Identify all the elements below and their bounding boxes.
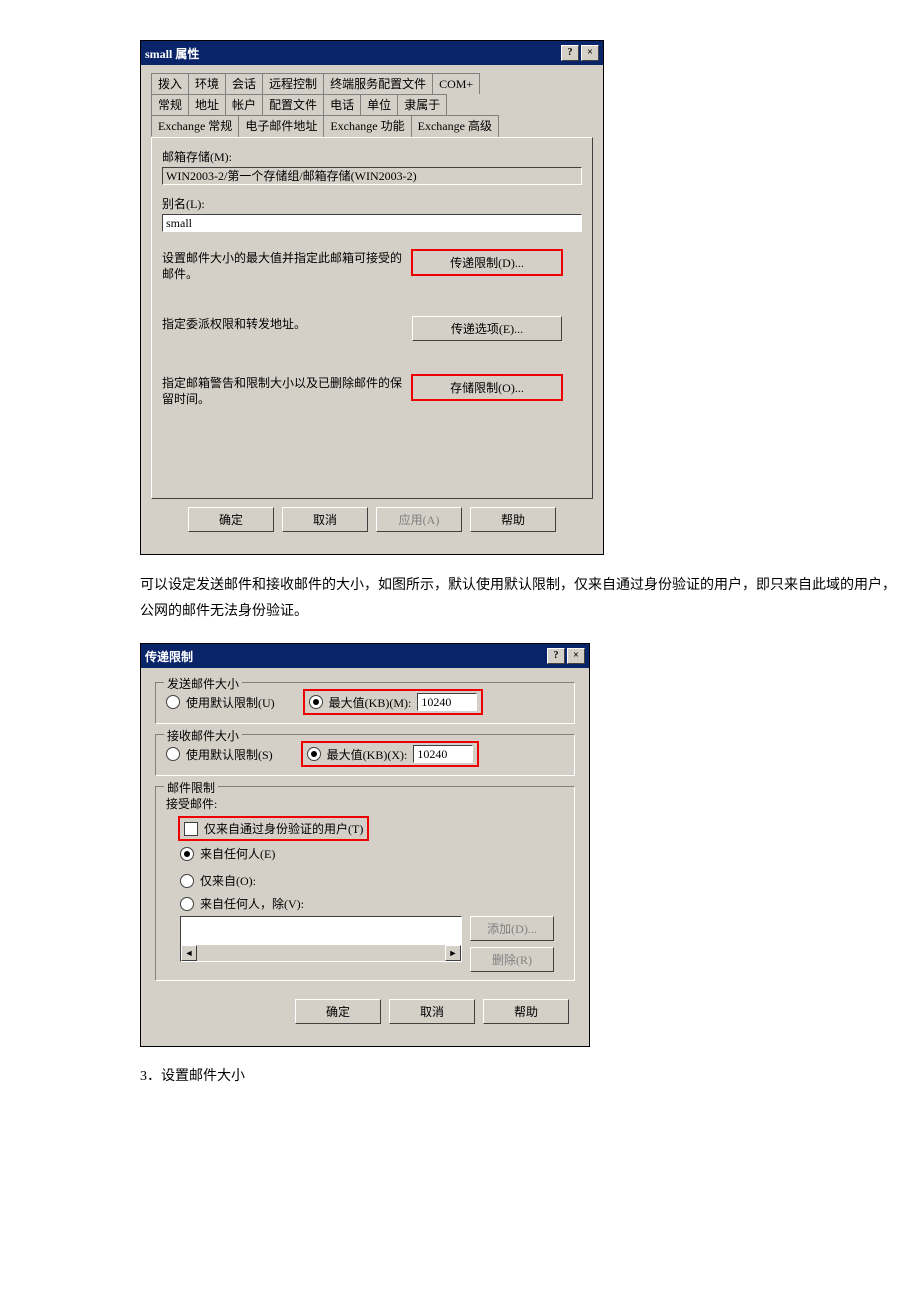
tab-ts-profile[interactable]: 终端服务配置文件	[323, 73, 433, 94]
remove-button[interactable]: 删除(R)	[470, 947, 554, 972]
ok-button[interactable]: 确定	[188, 507, 274, 532]
mailbox-store-label: 邮箱存储(M):	[162, 148, 582, 165]
properties-dialog: small 属性 ? × 拨入 环境 会话 远程控制 终端服务配置文件 COM+…	[140, 40, 604, 555]
tab-exchange-features[interactable]: Exchange 功能	[323, 115, 411, 137]
storage-limit-desc: 指定邮箱警告和限制大小以及已删除邮件的保留时间。	[162, 375, 412, 407]
alias-label: 别名(L):	[162, 195, 582, 212]
delivery-options-desc: 指定委派权限和转发地址。	[162, 316, 412, 332]
tab-env[interactable]: 环境	[188, 73, 226, 94]
add-button[interactable]: 添加(D)...	[470, 916, 554, 941]
auth-only-label: 仅来自通过身份验证的用户(T)	[204, 820, 363, 837]
tab-general[interactable]: 常规	[151, 94, 189, 115]
delivery-limit-dialog: 传递限制 ? × 发送邮件大小 使用默认限制(U) 最大值(KB)(M	[140, 643, 590, 1047]
tab-strip: 拨入 环境 会话 远程控制 终端服务配置文件 COM+ 常规 地址 帐户 配置文…	[151, 73, 593, 137]
send-max-label: 最大值(KB)(M):	[329, 694, 412, 711]
help-icon[interactable]: ?	[561, 45, 579, 61]
tab-phone[interactable]: 电话	[323, 94, 361, 115]
alias-input[interactable]	[162, 214, 582, 232]
recv-size-group: 接收邮件大小 使用默认限制(S) 最大值(KB)(X):	[155, 734, 575, 776]
everyone-except-radio[interactable]: 来自任何人，除(V):	[166, 895, 564, 912]
cancel-button[interactable]: 取消	[282, 507, 368, 532]
radio-icon	[307, 747, 321, 761]
recv-max-label: 最大值(KB)(X):	[327, 746, 408, 763]
dialog-title: 传递限制	[145, 648, 193, 665]
accept-label: 接受邮件:	[166, 795, 564, 812]
dialog-title: small 属性	[145, 45, 199, 62]
scroll-right-icon[interactable]: ►	[445, 945, 461, 961]
help-icon[interactable]: ?	[547, 648, 565, 664]
mail-restrict-group: 邮件限制 接受邮件: 仅来自通过身份验证的用户(T) 来自任何人(E)	[155, 786, 575, 981]
tab-memberof[interactable]: 隶属于	[397, 94, 447, 115]
tab-exchange-advanced[interactable]: Exchange 高级	[411, 115, 499, 137]
storage-limit-button[interactable]: 存储限制(O)...	[412, 375, 562, 400]
auth-only-checkbox[interactable]: 仅来自通过身份验证的用户(T)	[184, 820, 363, 837]
ok-button[interactable]: 确定	[295, 999, 381, 1024]
send-size-legend: 发送邮件大小	[164, 675, 242, 692]
radio-icon	[180, 897, 194, 911]
tab-account[interactable]: 帐户	[225, 94, 263, 115]
recv-size-legend: 接收邮件大小	[164, 727, 242, 744]
help-button[interactable]: 帮助	[470, 507, 556, 532]
radio-icon	[166, 695, 180, 709]
close-icon[interactable]: ×	[581, 45, 599, 61]
send-size-group: 发送邮件大小 使用默认限制(U) 最大值(KB)(M):	[155, 682, 575, 724]
close-icon[interactable]: ×	[567, 648, 585, 664]
radio-icon	[309, 695, 323, 709]
send-max-radio[interactable]: 最大值(KB)(M):	[309, 694, 412, 711]
tab-dialin[interactable]: 拨入	[151, 73, 189, 94]
radio-icon	[166, 747, 180, 761]
delivery-limit-button[interactable]: 传递限制(D)...	[412, 250, 562, 275]
titlebar[interactable]: 传递限制 ? ×	[141, 644, 589, 668]
cancel-button[interactable]: 取消	[389, 999, 475, 1024]
scrollbar-horizontal[interactable]: ◄ ►	[181, 945, 461, 961]
delivery-limit-desc: 设置邮件大小的最大值并指定此邮箱可接受的邮件。	[162, 250, 412, 282]
from-everyone-radio[interactable]: 来自任何人(E)	[166, 845, 564, 862]
recv-default-radio[interactable]: 使用默认限制(S)	[166, 746, 273, 763]
tab-complus[interactable]: COM+	[432, 73, 480, 94]
body-paragraph-1: 可以设定发送邮件和接收邮件的大小，如图所示，默认使用默认限制，仅来自通过身份验证…	[140, 573, 900, 625]
apply-button[interactable]: 应用(A)	[376, 507, 462, 532]
tab-email-addr[interactable]: 电子邮件地址	[238, 115, 324, 137]
send-default-label: 使用默认限制(U)	[186, 694, 275, 711]
everyone-except-label: 来自任何人，除(V):	[200, 895, 304, 912]
radio-icon	[180, 874, 194, 888]
tab-session[interactable]: 会话	[225, 73, 263, 94]
radio-icon	[180, 847, 194, 861]
titlebar[interactable]: small 属性 ? ×	[141, 41, 603, 65]
tab-exchange-general[interactable]: Exchange 常规	[151, 115, 239, 137]
exception-listbox[interactable]: ◄ ►	[180, 916, 462, 962]
tab-profile[interactable]: 配置文件	[262, 94, 324, 115]
mailbox-store-value: WIN2003-2/第一个存储组/邮箱存储(WIN2003-2)	[162, 167, 582, 185]
scroll-left-icon[interactable]: ◄	[181, 945, 197, 961]
only-from-label: 仅来自(O):	[200, 872, 256, 889]
recv-default-label: 使用默认限制(S)	[186, 746, 273, 763]
recv-max-input[interactable]	[413, 745, 473, 763]
tab-remote[interactable]: 远程控制	[262, 73, 324, 94]
checkbox-icon	[184, 822, 198, 836]
help-button[interactable]: 帮助	[483, 999, 569, 1024]
send-max-input[interactable]	[417, 693, 477, 711]
from-everyone-label: 来自任何人(E)	[200, 845, 275, 862]
tab-address[interactable]: 地址	[188, 94, 226, 115]
only-from-radio[interactable]: 仅来自(O):	[166, 872, 564, 889]
tab-panel: 邮箱存储(M): WIN2003-2/第一个存储组/邮箱存储(WIN2003-2…	[151, 137, 593, 499]
recv-max-radio[interactable]: 最大值(KB)(X):	[307, 746, 408, 763]
tab-org[interactable]: 单位	[360, 94, 398, 115]
section-heading-3: 3．设置邮件大小	[140, 1065, 860, 1085]
send-default-radio[interactable]: 使用默认限制(U)	[166, 694, 275, 711]
delivery-options-button[interactable]: 传递选项(E)...	[412, 316, 562, 341]
mail-restrict-legend: 邮件限制	[164, 779, 218, 796]
